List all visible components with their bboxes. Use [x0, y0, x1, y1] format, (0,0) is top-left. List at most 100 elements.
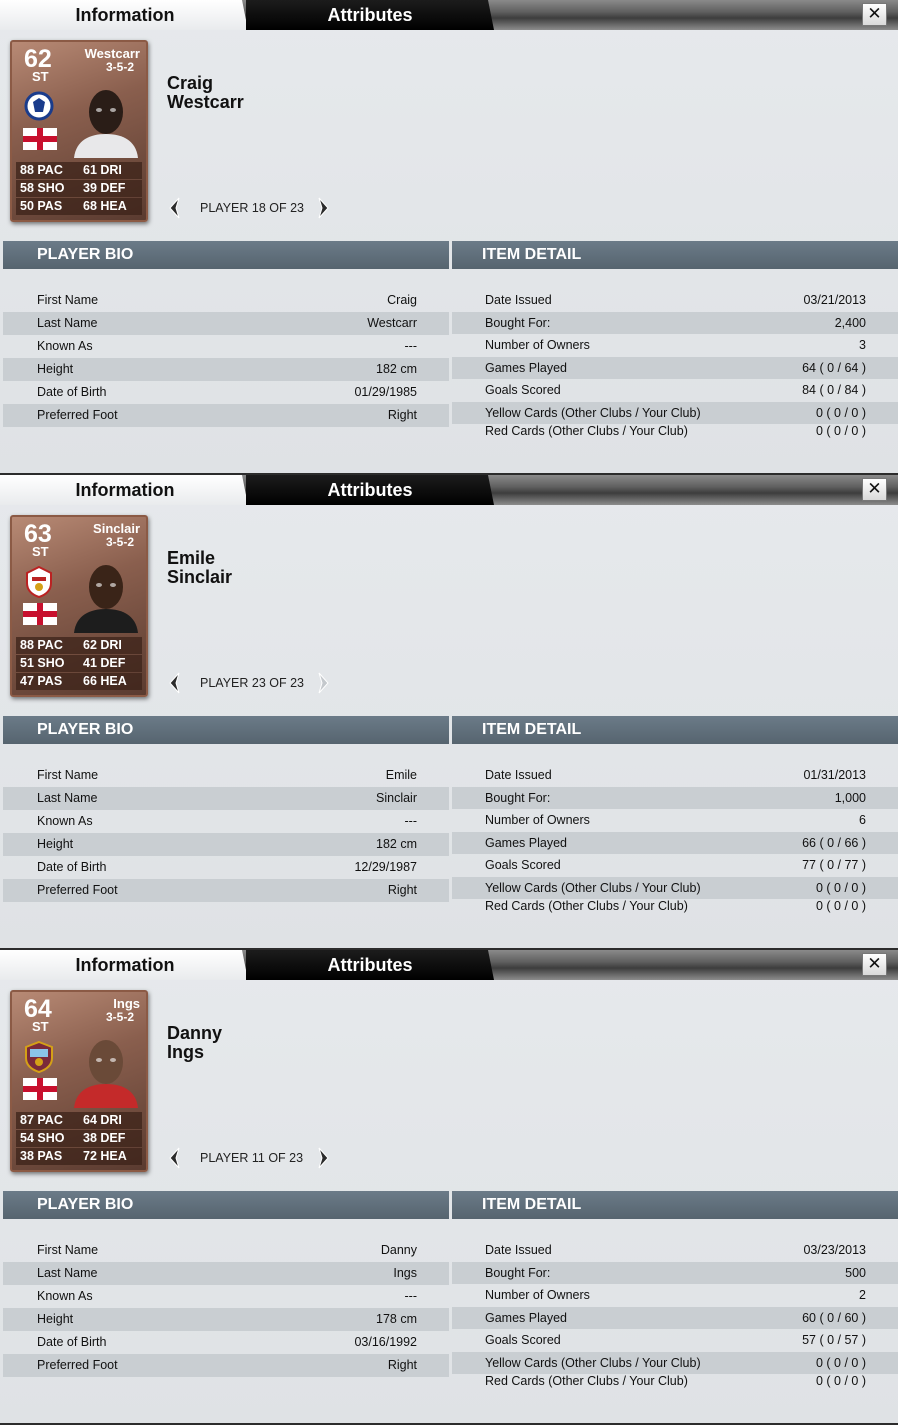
card-stat: 88 PAC — [20, 638, 63, 652]
card-position: ST — [32, 1019, 49, 1034]
tab-attributes[interactable]: Attributes — [246, 950, 494, 980]
bio-label: Known As — [37, 814, 93, 828]
item-row: Goals Scored 77 ( 0 / 77 ) — [452, 854, 898, 877]
card-stat: 66 HEA — [83, 674, 127, 688]
bio-label: First Name — [37, 1243, 99, 1257]
item-row: Red Cards (Other Clubs / Your Club) 0 ( 0… — [452, 1374, 898, 1394]
close-button[interactable]: ✕ — [862, 953, 887, 976]
item-value: 1,000 — [834, 790, 866, 805]
item-detail-header: ITEM DETAIL — [452, 716, 898, 744]
card-stat: 72 HEA — [83, 1149, 127, 1163]
card-stats: 88 PAC 61 DRI 58 SHO 39 DEF 50 PAS 68 HEA — [16, 162, 142, 216]
bio-row: First Name Danny — [3, 1239, 449, 1262]
bio-row: First Name Craig — [3, 289, 449, 312]
bio-value: 178 cm — [376, 1312, 417, 1326]
item-label: Goals Scored — [485, 858, 561, 872]
item-value: 64 ( 0 / 64 ) — [802, 360, 866, 375]
card-stat: 47 PAS — [20, 674, 63, 688]
bio-row: Date of Birth 03/16/1992 — [3, 1331, 449, 1354]
item-row: Yellow Cards (Other Clubs / Your Club) 0 … — [452, 876, 898, 899]
item-label: Date Issued — [485, 1243, 552, 1257]
bio-label: First Name — [37, 768, 99, 782]
bio-value: --- — [404, 814, 418, 828]
tab-information[interactable]: Information — [0, 0, 248, 30]
card-stat: 64 DRI — [83, 1113, 122, 1127]
item-value: 84 ( 0 / 84 ) — [802, 383, 866, 397]
item-label: Date Issued — [485, 768, 552, 782]
item-value: 60 ( 0 / 60 ) — [802, 1310, 866, 1325]
player-name: Danny Ings — [167, 1024, 222, 1062]
bio-row: Known As --- — [3, 1285, 449, 1308]
item-value: 0 ( 0 / 0 ) — [815, 424, 866, 438]
item-label: Yellow Cards (Other Clubs / Your Club) — [485, 880, 701, 895]
item-row: Bought For: 2,400 — [452, 311, 898, 334]
bio-row: First Name Emile — [3, 764, 449, 787]
card-position: ST — [32, 69, 49, 84]
item-row: Red Cards (Other Clubs / Your Club) 0 ( 0… — [452, 424, 898, 444]
item-label: Number of Owners — [485, 338, 590, 352]
bio-row: Preferred Foot Right — [3, 1354, 449, 1377]
player-card: 62 ST Westcarr 3-5-2 88 PAC 61 DRI 58 SHO 39 DE… — [10, 40, 148, 222]
item-detail-header: ITEM DETAIL — [452, 1191, 898, 1219]
tab-attributes[interactable]: Attributes — [246, 475, 494, 505]
bio-row: Last Name Westcarr — [3, 312, 449, 335]
player-photo — [64, 557, 144, 633]
card-formation: 3-5-2 — [105, 1010, 134, 1024]
player-panel: Information Attributes ✕ 64 ST Ings 3-5-2 87 PA… — [0, 950, 898, 1425]
tab-information[interactable]: Information — [0, 950, 248, 980]
card-position: ST — [32, 544, 49, 559]
bio-row: Last Name Ings — [3, 1262, 449, 1285]
player-card: 64 ST Ings 3-5-2 87 PAC 64 DRI 54 SHO 38 DEF 38 … — [10, 990, 148, 1172]
card-stat-row: 88 PAC 61 DRI — [16, 162, 142, 179]
item-value: 500 — [845, 1265, 866, 1280]
prev-player-arrow-icon[interactable] — [165, 671, 185, 695]
bio-row: Preferred Foot Right — [3, 879, 449, 902]
player-last-name: Sinclair — [167, 567, 233, 587]
player-bio-list: First Name Danny Last Name Ings Known As --- H… — [3, 1239, 449, 1377]
tab-information[interactable]: Information — [0, 475, 248, 505]
bio-row: Preferred Foot Right — [3, 404, 449, 427]
card-stat: 88 PAC — [20, 163, 63, 177]
card-formation: 3-5-2 — [105, 60, 134, 74]
item-label: Goals Scored — [485, 1333, 561, 1347]
card-stat: 50 PAS — [20, 199, 63, 213]
burnley-badge-icon — [24, 1040, 54, 1074]
card-stat-row: 51 SHO 41 DEF — [16, 655, 142, 672]
prev-player-arrow-icon[interactable] — [165, 196, 185, 220]
tab-attributes[interactable]: Attributes — [246, 0, 494, 30]
card-stats: 88 PAC 62 DRI 51 SHO 41 DEF 47 PAS 66 HEA — [16, 637, 142, 691]
chesterfield-badge-icon — [24, 90, 54, 124]
bio-value: Right — [387, 1358, 417, 1372]
item-row: Games Played 66 ( 0 / 66 ) — [452, 831, 898, 854]
bio-row: Last Name Sinclair — [3, 787, 449, 810]
item-row: Yellow Cards (Other Clubs / Your Club) 0 … — [452, 1351, 898, 1374]
player-first-name: Emile — [167, 548, 216, 568]
next-player-arrow-icon[interactable] — [313, 1146, 333, 1170]
next-player-arrow-icon[interactable] — [313, 196, 333, 220]
close-button[interactable]: ✕ — [862, 3, 887, 26]
player-bio-header: PLAYER BIO — [3, 241, 449, 269]
item-detail-list: Date Issued 01/31/2013 Bought For: 1,000 Num… — [452, 764, 898, 919]
bio-label: Last Name — [37, 791, 98, 805]
item-row: Date Issued 01/31/2013 — [452, 764, 898, 787]
bio-value: 12/29/1987 — [354, 860, 417, 874]
player-counter: PLAYER 18 OF 23 — [200, 201, 304, 215]
bio-value: Westcarr — [367, 316, 417, 330]
bio-row: Height 182 cm — [3, 833, 449, 856]
card-stat-row: 87 PAC 64 DRI — [16, 1112, 142, 1129]
card-stat-row: 47 PAS 66 HEA — [16, 673, 142, 690]
bio-row: Known As --- — [3, 810, 449, 833]
close-button[interactable]: ✕ — [862, 478, 887, 501]
player-counter: PLAYER 11 OF 23 — [200, 1151, 304, 1165]
player-photo — [64, 82, 144, 158]
tab-bar: Information Attributes ✕ — [0, 475, 898, 505]
item-label: Yellow Cards (Other Clubs / Your Club) — [485, 1355, 701, 1370]
item-row: Red Cards (Other Clubs / Your Club) 0 ( 0… — [452, 899, 898, 919]
item-value: 03/23/2013 — [803, 1243, 866, 1257]
card-stat-row: 88 PAC 62 DRI — [16, 637, 142, 654]
prev-player-arrow-icon[interactable] — [165, 1146, 185, 1170]
bio-value: Danny — [380, 1243, 417, 1257]
item-value: 01/31/2013 — [803, 768, 866, 782]
item-value: 2,400 — [834, 315, 866, 330]
bio-label: Known As — [37, 1289, 93, 1303]
